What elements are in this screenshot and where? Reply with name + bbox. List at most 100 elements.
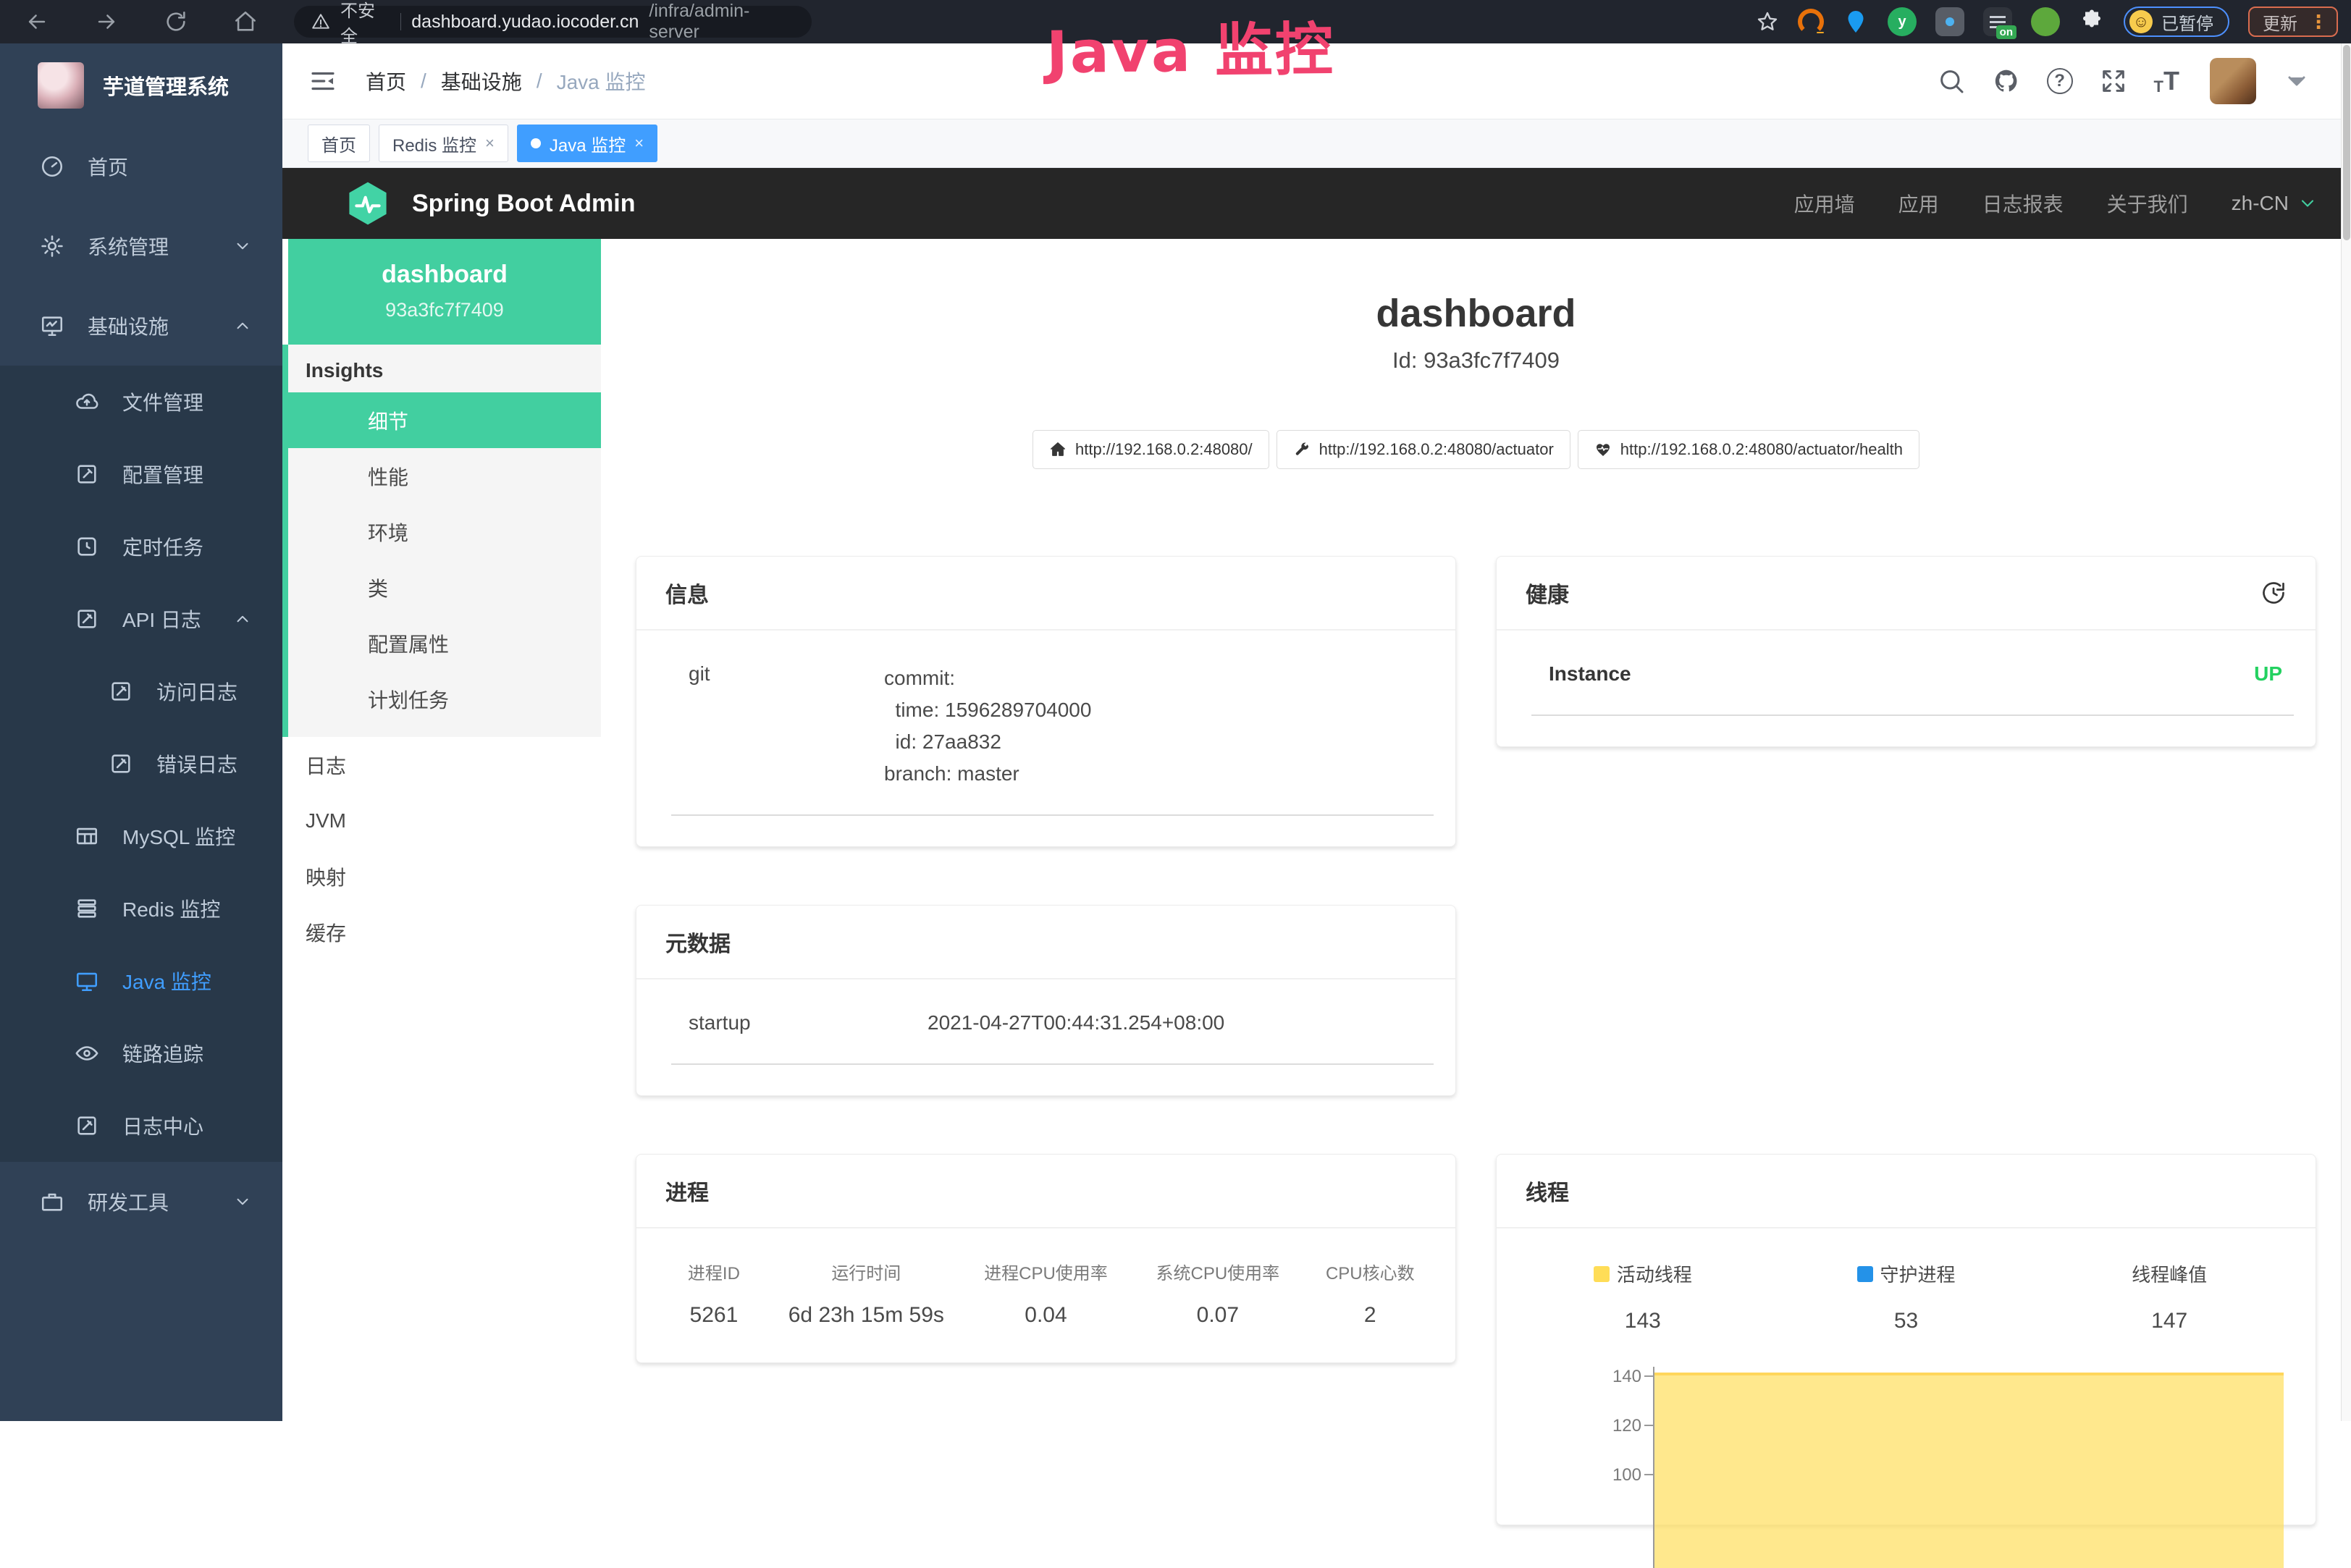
user-avatar[interactable]	[2210, 58, 2256, 104]
extension-leaf-icon[interactable]	[2031, 7, 2060, 36]
extension-grid-icon[interactable]	[1935, 7, 1964, 36]
y-tick: 120	[1576, 1416, 1641, 1436]
browser-menu-icon[interactable]: ⋮	[2309, 18, 2328, 25]
breadcrumb-infra[interactable]: 基础设施	[441, 67, 522, 96]
process-col-header: 进程ID	[655, 1259, 773, 1303]
sidebar-item-tracing[interactable]: 链路追踪	[0, 1017, 282, 1089]
menu-item-caches[interactable]: 缓存	[282, 904, 601, 960]
fullscreen-icon[interactable]	[2099, 67, 2128, 96]
menu-item-logfile[interactable]: 日志	[282, 737, 601, 793]
sidebar-item-system[interactable]: 系统管理	[0, 206, 282, 286]
menu-item-environment[interactable]: 环境	[288, 504, 601, 560]
annotation-java-monitor: Java 监控	[1046, 3, 1335, 90]
reload-icon[interactable]	[164, 9, 188, 34]
close-icon[interactable]: ×	[634, 134, 644, 153]
heartbeat-icon	[1594, 441, 1612, 458]
sidebar-item-label: Redis 监控	[122, 894, 220, 923]
security-label[interactable]: 不安全	[340, 0, 390, 47]
extension-icon-2[interactable]: y	[1888, 7, 1917, 36]
health-url-button[interactable]: http://192.168.0.2:48080/actuator/health	[1578, 430, 1919, 469]
sidebar-item-access-log[interactable]: 访问日志	[0, 655, 282, 728]
menu-item-details[interactable]: 细节	[282, 392, 601, 448]
chevron-down-icon[interactable]	[2282, 67, 2311, 96]
sba-main-content: dashboard Id: 93a3fc7f7409 http://192.16…	[601, 239, 2351, 1421]
search-icon[interactable]	[1937, 67, 1966, 96]
sba-nav-journal[interactable]: 日志报表	[1982, 189, 2064, 218]
locale-selector[interactable]: zh-CN	[2232, 192, 2318, 215]
extension-pin-icon[interactable]	[1843, 9, 1869, 35]
sidebar-collapse-icon[interactable]	[308, 66, 338, 96]
tab-java-monitor[interactable]: Java 监控 ×	[517, 125, 657, 162]
paused-badge[interactable]: ☺ 已暂停	[2124, 7, 2229, 37]
sidebar-item-log-center[interactable]: 日志中心	[0, 1089, 282, 1162]
font-size-icon[interactable]: TT	[2154, 66, 2179, 96]
sba-nav-applications[interactable]: 应用	[1898, 189, 1939, 218]
update-button[interactable]: 更新 ⋮	[2248, 7, 2338, 37]
page-scrollbar[interactable]	[2341, 43, 2351, 1421]
wrench-icon	[1293, 441, 1311, 458]
process-pid: 5261	[655, 1303, 773, 1328]
insights-section-label: Insights	[288, 345, 601, 392]
tab-home[interactable]: 首页	[308, 125, 370, 162]
sidebar-item-java-monitor[interactable]: Java 监控	[0, 945, 282, 1017]
history-icon[interactable]	[2260, 580, 2287, 606]
close-icon[interactable]: ×	[485, 134, 495, 153]
sidebar-item-dev-tools[interactable]: 研发工具	[0, 1162, 282, 1242]
menu-item-metrics[interactable]: 性能	[288, 448, 601, 504]
menu-item-mappings[interactable]: 映射	[282, 848, 601, 904]
menu-item-classes[interactable]: 类	[288, 560, 601, 615]
log-edit-icon	[75, 1113, 99, 1138]
system-cpu: 0.07	[1132, 1303, 1303, 1328]
home-icon[interactable]	[233, 9, 258, 34]
bookmark-star-icon[interactable]	[1756, 10, 1779, 33]
scrollbar-thumb[interactable]	[2343, 45, 2350, 240]
menu-item-config-props[interactable]: 配置属性	[288, 615, 601, 671]
extension-list-icon[interactable]: on	[1983, 7, 2012, 36]
sidebar-item-mysql-monitor[interactable]: MySQL 监控	[0, 800, 282, 872]
eye-icon	[75, 1041, 99, 1066]
forward-icon[interactable]	[94, 9, 119, 34]
sidebar-item-api-log[interactable]: API 日志	[0, 583, 282, 655]
breadcrumb-separator: /	[537, 69, 542, 93]
live-threads-area	[1654, 1373, 2284, 1568]
address-bar[interactable]: 不安全 dashboard.yudao.iocoder.cn/infra/adm…	[294, 6, 812, 38]
sba-nav-about[interactable]: 关于我们	[2107, 189, 2188, 218]
actuator-url-button[interactable]: http://192.168.0.2:48080/actuator	[1277, 430, 1570, 469]
insights-section: Insights 细节 性能 环境 类 配置属性 计划任务	[282, 345, 601, 737]
menu-item-scheduled-tasks[interactable]: 计划任务	[288, 671, 601, 727]
service-url-button[interactable]: http://192.168.0.2:48080/	[1032, 430, 1269, 469]
daemon-threads-value: 53	[1775, 1309, 2038, 1333]
sba-nav-wallboard[interactable]: 应用墙	[1794, 189, 1855, 218]
sba-header: Spring Boot Admin 应用墙 应用 日志报表 关于我们 zh-CN	[282, 168, 2351, 239]
sidebar-item-label: 系统管理	[88, 232, 169, 261]
process-col-header: CPU核心数	[1304, 1259, 1437, 1303]
sidebar-item-label: 研发工具	[88, 1187, 169, 1216]
y-tick: 140	[1576, 1367, 1641, 1387]
health-instance-label: Instance	[1549, 662, 1631, 686]
puzzle-extensions-icon[interactable]	[2079, 9, 2105, 35]
sidebar-item-file-manage[interactable]: 文件管理	[0, 366, 282, 438]
menu-item-jvm[interactable]: JVM	[282, 793, 601, 848]
sidebar-item-config-manage[interactable]: 配置管理	[0, 438, 282, 510]
help-icon[interactable]: ?	[2047, 68, 2073, 94]
back-icon[interactable]	[25, 9, 49, 34]
sidebar-item-infra[interactable]: 基础设施	[0, 286, 282, 366]
sidebar-item-scheduled-jobs[interactable]: 定时任务	[0, 510, 282, 583]
process-uptime: 6d 23h 15m 59s	[773, 1303, 960, 1328]
extension-on-badge: on	[1996, 25, 2016, 39]
breadcrumb-home[interactable]: 首页	[366, 67, 406, 96]
app-logo-row[interactable]: 芋道管理系统	[0, 43, 282, 127]
sba-brand-title[interactable]: Spring Boot Admin	[412, 190, 635, 218]
page-title: dashboard	[636, 291, 2316, 336]
page-subtitle: Id: 93a3fc7f7409	[636, 347, 2316, 374]
sidebar-item-home[interactable]: 首页	[0, 127, 282, 206]
sidebar-item-error-log[interactable]: 错误日志	[0, 728, 282, 800]
instance-header[interactable]: dashboard 93a3fc7f7409	[288, 239, 601, 345]
sidebar-item-redis-monitor[interactable]: Redis 监控	[0, 872, 282, 945]
breadcrumb-separator: /	[421, 69, 426, 93]
github-icon[interactable]	[1992, 67, 2021, 96]
tab-redis-monitor[interactable]: Redis 监控 ×	[379, 125, 508, 162]
extension-icon-1[interactable]	[1798, 9, 1824, 35]
process-col-header: 系统CPU使用率	[1132, 1259, 1303, 1303]
divider	[400, 13, 401, 30]
